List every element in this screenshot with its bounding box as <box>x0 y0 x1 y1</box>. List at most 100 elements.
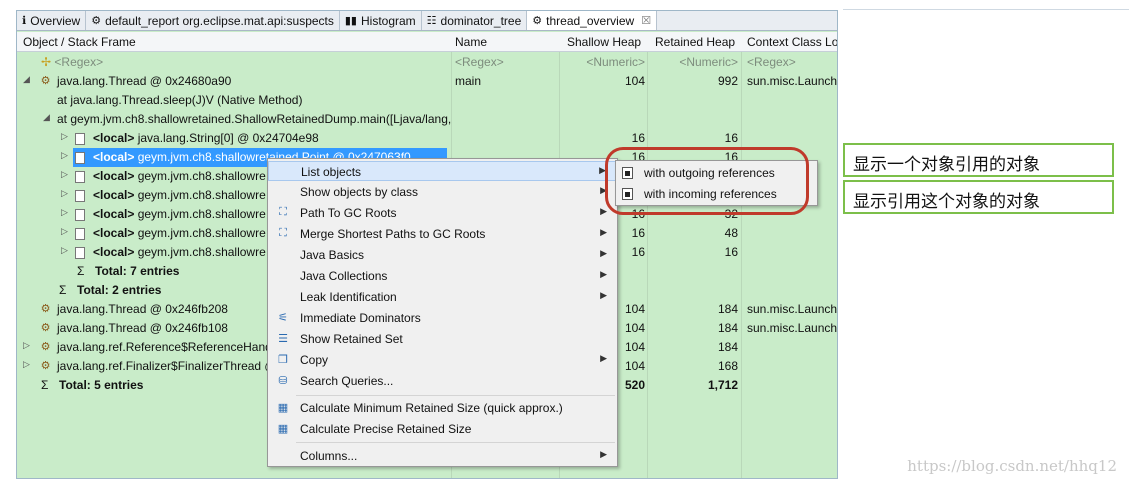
column-object[interactable]: Object / Stack Frame <box>23 35 136 49</box>
tab-label: thread_overview <box>546 13 635 28</box>
row-object: <local> geym.jvm.ch8.shallowre <box>93 226 266 240</box>
expand-arrow-icon[interactable]: ▷ <box>61 188 68 199</box>
submenu-arrow-icon: ▶ <box>600 248 607 258</box>
expand-arrow-icon[interactable]: ▷ <box>61 245 68 256</box>
filter-name[interactable]: <Regex> <box>455 55 504 69</box>
menu-item-search-queries[interactable]: ⛁ Search Queries... <box>268 371 617 391</box>
row-object: java.lang.ref.Finalizer$FinalizerThread … <box>57 359 277 373</box>
submenu-arrow-icon: ▶ <box>600 353 607 363</box>
menu-item-show-objects-by-class[interactable]: Show objects by class ▶ <box>268 182 617 202</box>
row-object: Total: 2 entries <box>77 283 162 297</box>
table-row[interactable]: ◢ at geym.jvm.ch8.shallowretained.Shallo… <box>17 110 837 129</box>
row-object: Total: 5 entries <box>59 378 144 392</box>
collapse-arrow-icon[interactable]: ◢ <box>43 112 50 123</box>
row-object: <local> geym.jvm.ch8.shallowre <box>93 245 266 259</box>
submenu-arrow-icon: ▶ <box>600 227 607 237</box>
filter-object[interactable]: ✢ <Regex> <box>41 55 103 69</box>
row-object: at java.lang.Thread.sleep(J)V (Native Me… <box>57 93 303 107</box>
search-queries-icon: ⛁ <box>278 375 288 387</box>
thread-icon: ⚙ <box>40 360 51 372</box>
menu-item-columns[interactable]: Columns... ▶ <box>268 446 617 466</box>
tabbar-fill <box>657 11 837 30</box>
tab-overview[interactable]: ℹ Overview <box>17 11 87 30</box>
column-retained-heap[interactable]: Retained Heap <box>655 35 735 49</box>
filter-retained[interactable]: <Numeric> <box>653 55 738 69</box>
menu-item-leak-identification[interactable]: Leak Identification ▶ <box>268 287 617 307</box>
menu-separator <box>296 442 615 443</box>
expand-arrow-icon[interactable]: ▷ <box>61 131 68 142</box>
row-object: Total: 7 entries <box>95 264 180 278</box>
filter-context[interactable]: <Regex> <box>747 55 796 69</box>
expand-arrow-icon[interactable]: ▷ <box>23 340 30 351</box>
row-object: at geym.jvm.ch8.shallowretained.ShallowR… <box>57 112 452 126</box>
table-row[interactable]: ◢ ⚙ java.lang.Thread @ 0x24680a90 main 1… <box>17 72 837 91</box>
table-row[interactable]: ▷ <local> java.lang.String[0] @ 0x24704e… <box>17 129 837 148</box>
thread-icon: ⚙ <box>40 303 51 315</box>
expand-arrow-icon[interactable]: ▷ <box>61 226 68 237</box>
menu-item-path-to-gc-roots[interactable]: ⛶ Path To GC Roots ▶ <box>268 203 617 223</box>
filter-row: ✢ <Regex> <Regex> <Numeric> <Numeric> <R… <box>17 53 837 72</box>
expand-arrow-icon[interactable]: ▷ <box>61 150 68 161</box>
column-context-class-loader[interactable]: Context Class Lo <box>747 35 837 49</box>
row-context: sun.misc.Launche <box>747 74 838 88</box>
thread-icon: ⚙ <box>532 15 543 27</box>
tab-label: dominator_tree <box>440 13 522 28</box>
menu-item-java-collections[interactable]: Java Collections ▶ <box>268 266 617 286</box>
close-icon[interactable]: ☒ <box>641 14 651 27</box>
thread-icon: ⚙ <box>40 322 51 334</box>
menu-item-java-basics[interactable]: Java Basics ▶ <box>268 245 617 265</box>
column-name[interactable]: Name <box>455 35 487 49</box>
expand-arrow-icon[interactable]: ▷ <box>61 207 68 218</box>
filter-shallow[interactable]: <Numeric> <box>565 55 645 69</box>
row-retained: 16 <box>724 245 738 259</box>
menu-item-calc-precise-retained[interactable]: ▦ Calculate Precise Retained Size <box>268 419 617 439</box>
row-object: <local> geym.jvm.ch8.shallowre <box>93 188 266 202</box>
copy-icon: ❐ <box>278 354 288 366</box>
row-shallow: 104 <box>624 74 645 88</box>
row-retained: 168 <box>717 359 738 373</box>
menu-item-show-retained-set[interactable]: ☰ Show Retained Set <box>268 329 617 349</box>
menu-item-merge-shortest-paths[interactable]: ⛶ Merge Shortest Paths to GC Roots ▶ <box>268 224 617 244</box>
table-row[interactable]: at java.lang.Thread.sleep(J)V (Native Me… <box>17 91 837 110</box>
row-object: java.lang.Thread @ 0x246fb108 <box>57 321 228 335</box>
info-icon: ℹ <box>22 15 27 27</box>
submenu-arrow-icon: ▶ <box>600 206 607 216</box>
dominator-tree-icon: ☷ <box>426 15 437 27</box>
row-object: <local> geym.jvm.ch8.shallowre <box>93 169 266 183</box>
row-object: java.lang.Thread @ 0x24680a90 <box>57 74 232 88</box>
retained-set-icon: ☰ <box>278 333 288 345</box>
tab-dominator-tree[interactable]: ☷ dominator_tree <box>422 11 528 30</box>
menu-item-copy[interactable]: ❐ Copy ▶ <box>268 350 617 370</box>
row-retained: 1,712 <box>707 378 738 392</box>
column-shallow-heap[interactable]: Shallow Heap <box>567 35 641 49</box>
report-icon: ⚙ <box>91 15 102 27</box>
submenu-arrow-icon: ▶ <box>600 449 607 459</box>
menu-item-immediate-dominators[interactable]: ⚟ Immediate Dominators <box>268 308 617 328</box>
row-retained: 48 <box>724 226 738 240</box>
menu-item-calc-min-retained[interactable]: ▦ Calculate Minimum Retained Size (quick… <box>268 398 617 418</box>
row-object: java.lang.Thread @ 0x246fb208 <box>57 302 228 316</box>
submenu-arrow-icon: ▶ <box>600 269 607 279</box>
row-retained: 184 <box>717 302 738 316</box>
expand-arrow-icon[interactable]: ▷ <box>61 169 68 180</box>
tab-label: Histogram <box>360 13 416 28</box>
row-object: <local> geym.jvm.ch8.shallowre <box>93 207 266 221</box>
row-retained: 16 <box>724 131 738 145</box>
calculator-icon: ▦ <box>277 402 289 414</box>
tab-label: Overview <box>30 13 81 28</box>
path-gc-roots-icon: ⛶ <box>279 206 287 218</box>
tab-thread-overview[interactable]: ⚙ thread_overview ☒ <box>527 11 658 30</box>
calculator-icon: ▦ <box>277 423 289 435</box>
menu-item-list-objects[interactable]: List objects ▶ <box>268 161 617 181</box>
tab-default-report[interactable]: ⚙ default_report org.eclipse.mat.api:sus… <box>86 11 340 30</box>
expand-arrow-icon[interactable]: ▷ <box>23 359 30 370</box>
tab-histogram[interactable]: ▮▮ Histogram <box>340 11 422 30</box>
collapse-arrow-icon[interactable]: ◢ <box>23 74 30 85</box>
row-retained: 184 <box>717 321 738 335</box>
row-context: sun.misc.Launche <box>747 302 838 316</box>
filter-icon: ✢ <box>41 55 52 69</box>
menu-separator <box>296 395 615 396</box>
column-header: Object / Stack Frame Name Shallow Heap R… <box>17 32 837 52</box>
row-retained: 184 <box>717 340 738 354</box>
merge-paths-icon: ⛶ <box>279 227 287 239</box>
